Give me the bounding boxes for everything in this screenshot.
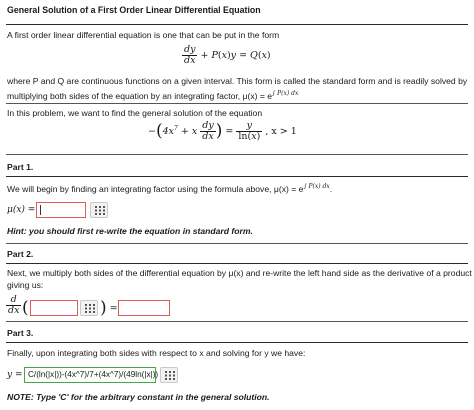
part2-divider xyxy=(6,263,468,264)
general-solution-value: C/(ln(|x|))-(4x^7)/7+(4x^7)/(49ln(|x|)) xyxy=(28,370,159,379)
math-keyboard-button-1[interactable] xyxy=(90,202,108,218)
mu-answer-input[interactable] xyxy=(36,202,86,218)
part3-divider xyxy=(6,342,468,343)
mu-label: μ(x) = xyxy=(7,205,36,215)
part2-heading: Part 2. xyxy=(7,249,34,259)
title-divider xyxy=(6,24,468,25)
intro-text: A first order linear differential equati… xyxy=(7,30,280,40)
standard-form-equation: dy dx + P(x)y = Q(x) xyxy=(182,44,271,66)
page-title: General Solution of a First Order Linear… xyxy=(7,5,261,15)
math-keyboard-button-2[interactable] xyxy=(80,300,98,316)
part1-text: We will begin by finding an integrating … xyxy=(7,183,333,194)
part1-heading: Part 1. xyxy=(7,162,34,172)
problem-divider xyxy=(6,154,468,155)
math-keyboard-button-3[interactable] xyxy=(160,367,178,383)
part3-text: Finally, upon integrating both sides wit… xyxy=(7,348,306,358)
hint-divider xyxy=(6,243,468,244)
text-caret xyxy=(40,205,41,215)
part3-heading: Part 3. xyxy=(7,328,34,338)
problem-text: In this problem, we want to find the gen… xyxy=(7,108,263,118)
part1-hint: Hint: you should first re-write the equa… xyxy=(7,226,253,236)
part2-text-line1: Next, we multiply both sides of the diff… xyxy=(7,268,472,278)
where-text-line1: where P and Q are continuous functions o… xyxy=(7,76,468,86)
problem-equation: −(4x7 + x dy dx) = y ln(x) , x > 1 xyxy=(148,120,297,142)
problem-page: General Solution of a First Order Linear… xyxy=(0,0,474,410)
keypad-icon xyxy=(165,371,175,380)
y-label: y = xyxy=(7,370,23,380)
where-text-line2: multiplying both sides of the equation b… xyxy=(7,90,299,101)
close-paren-equals: ) = xyxy=(100,298,118,318)
part2-end-divider xyxy=(6,321,468,322)
part3-note: NOTE: Type 'C' for the arbitrary constan… xyxy=(7,392,270,402)
part1-divider xyxy=(6,176,468,177)
intro-divider xyxy=(6,103,468,104)
product-answer-input[interactable] xyxy=(30,300,78,316)
open-paren: ( xyxy=(22,298,29,318)
part2-text-line2: giving us: xyxy=(7,280,44,290)
keypad-icon xyxy=(85,304,95,313)
general-solution-input[interactable]: C/(ln(|x|))-(4x^7)/7+(4x^7)/(49ln(|x|)) xyxy=(24,367,159,383)
keypad-icon xyxy=(95,206,105,215)
problem-condition: , x > 1 xyxy=(265,126,297,137)
rhs-answer-input[interactable] xyxy=(118,300,170,316)
derivative-operator: d dx xyxy=(6,294,22,316)
